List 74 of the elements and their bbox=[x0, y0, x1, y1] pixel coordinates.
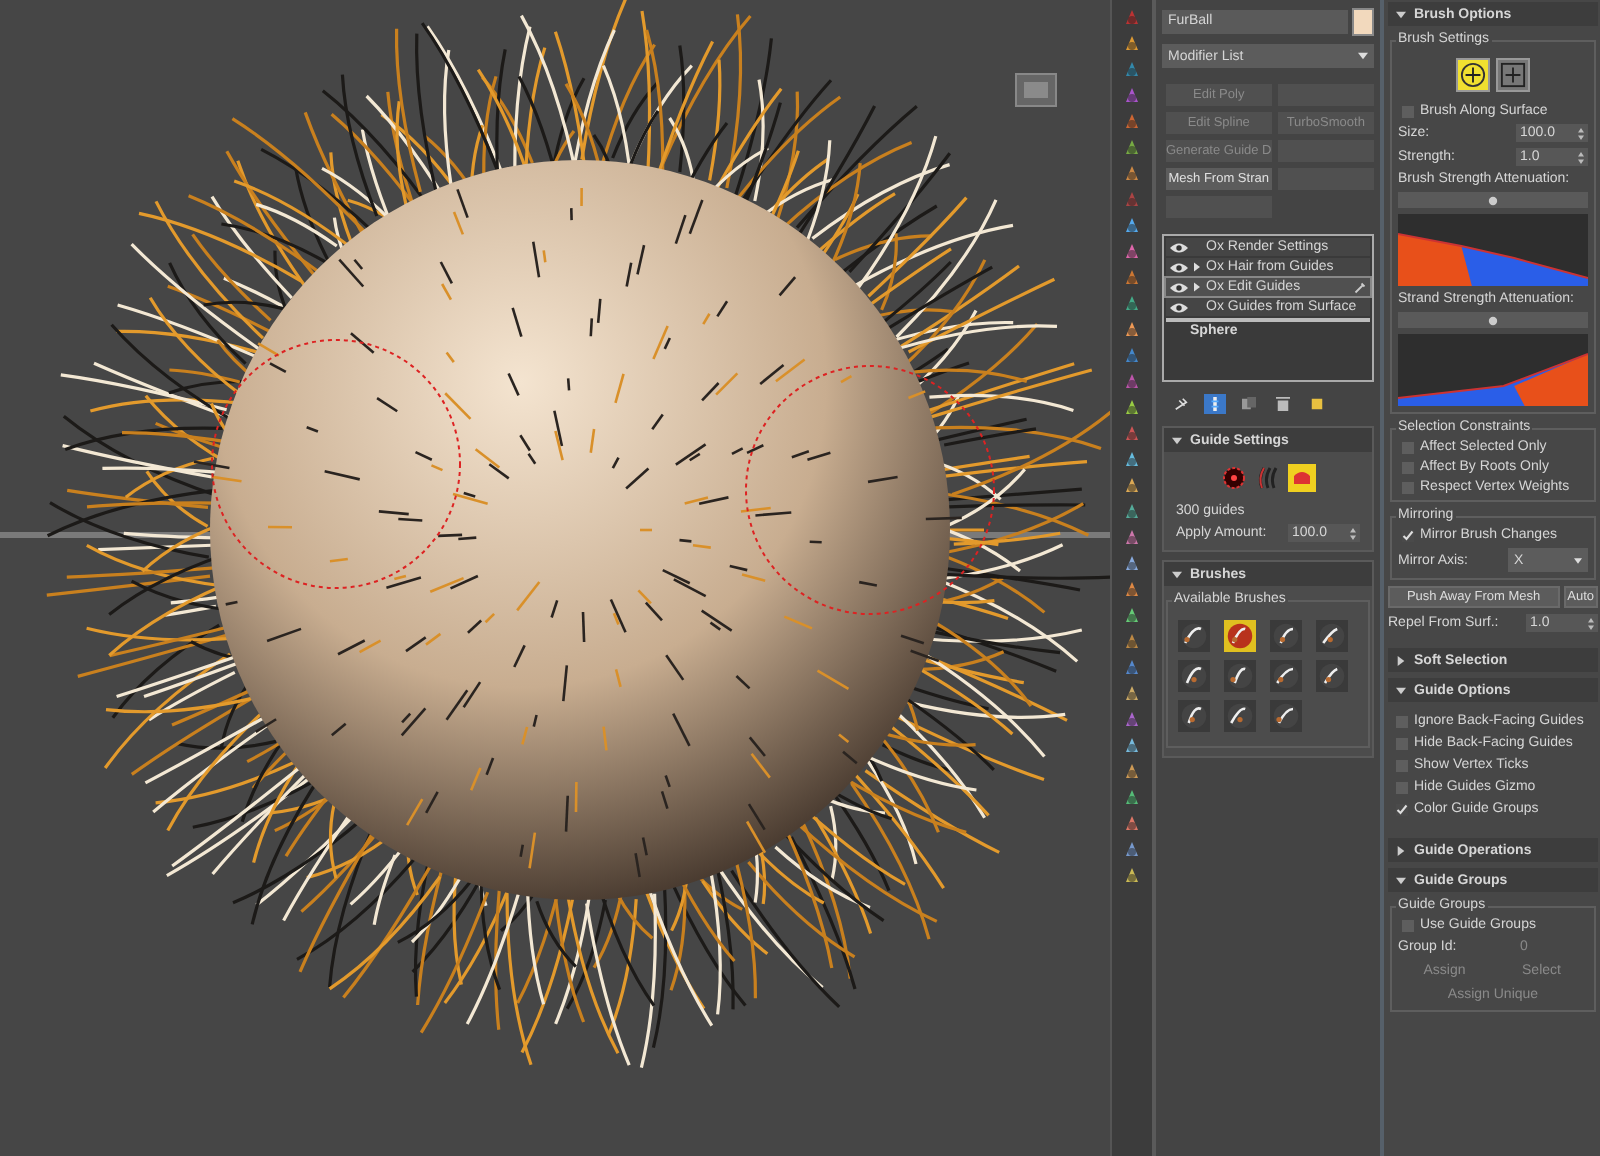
brush-icon[interactable] bbox=[1270, 700, 1302, 732]
brush-icon[interactable] bbox=[1224, 700, 1256, 732]
toolbar-icon[interactable] bbox=[1122, 580, 1142, 600]
toolbar-icon[interactable] bbox=[1122, 294, 1142, 314]
toolbar-icon[interactable] bbox=[1122, 814, 1142, 834]
square-brush-icon[interactable] bbox=[1496, 58, 1530, 92]
eye-icon[interactable] bbox=[1170, 281, 1188, 293]
toolbar-icon[interactable] bbox=[1122, 450, 1142, 470]
caret-icon bbox=[1358, 52, 1368, 60]
toolbar-icon[interactable] bbox=[1122, 528, 1142, 548]
strands-icon[interactable] bbox=[1254, 464, 1282, 492]
toolbar-icon[interactable] bbox=[1122, 502, 1142, 522]
toolbar-icon[interactable] bbox=[1122, 424, 1142, 444]
falloff-curve-drawing[interactable] bbox=[1398, 334, 1588, 406]
brush-icon[interactable] bbox=[1178, 660, 1210, 692]
checkbox[interactable] bbox=[1396, 803, 1408, 815]
brush-icon[interactable] bbox=[1316, 620, 1348, 652]
caret-icon bbox=[1396, 875, 1406, 885]
toolbar-icon[interactable] bbox=[1122, 86, 1142, 106]
brush-icon[interactable] bbox=[1316, 660, 1348, 692]
toolbar-icon[interactable] bbox=[1122, 398, 1142, 418]
eye-icon[interactable] bbox=[1170, 241, 1188, 253]
toolbar-icon[interactable] bbox=[1122, 268, 1142, 288]
caret-icon bbox=[1396, 9, 1406, 19]
pin-icon[interactable] bbox=[1170, 394, 1192, 414]
caret-icon bbox=[1396, 845, 1406, 855]
toolbar-icon[interactable] bbox=[1122, 242, 1142, 262]
toolbar-icon[interactable] bbox=[1122, 60, 1142, 80]
caret-icon bbox=[1574, 557, 1582, 563]
target-icon[interactable] bbox=[1220, 464, 1248, 492]
toolbar-icon[interactable] bbox=[1122, 320, 1142, 340]
stack-icon[interactable] bbox=[1204, 394, 1226, 414]
toolbar-icon[interactable] bbox=[1122, 476, 1142, 496]
toolbar-icon[interactable] bbox=[1122, 632, 1142, 652]
toolbar-icon[interactable] bbox=[1122, 736, 1142, 756]
circle-brush-icon[interactable] bbox=[1456, 58, 1490, 92]
toolbar-icon[interactable] bbox=[1122, 112, 1142, 132]
toolbar-icon[interactable] bbox=[1122, 840, 1142, 860]
falloff-curve-drawing[interactable] bbox=[1398, 214, 1588, 286]
trash-icon[interactable] bbox=[1272, 394, 1294, 414]
brush-icon[interactable] bbox=[1178, 700, 1210, 732]
toolbar-icon[interactable] bbox=[1122, 658, 1142, 678]
toolbar-icon[interactable] bbox=[1122, 710, 1142, 730]
brush-icon[interactable] bbox=[1224, 660, 1256, 692]
toolbar-icon[interactable] bbox=[1122, 216, 1142, 236]
toolbar-icon[interactable] bbox=[1122, 164, 1142, 184]
brush-icon[interactable] bbox=[1224, 620, 1256, 652]
toolbar-icon[interactable] bbox=[1122, 866, 1142, 886]
toolbar-icon[interactable] bbox=[1122, 554, 1142, 574]
eye-icon[interactable] bbox=[1170, 301, 1188, 313]
copy-icon[interactable] bbox=[1238, 394, 1260, 414]
wand-icon bbox=[1354, 281, 1366, 293]
brush-icon[interactable] bbox=[1178, 620, 1210, 652]
toolbar-icon[interactable] bbox=[1122, 138, 1142, 158]
toolbar-icon[interactable] bbox=[1122, 606, 1142, 626]
caret-icon bbox=[1396, 685, 1406, 695]
toolbar-icon[interactable] bbox=[1122, 34, 1142, 54]
brush-icon[interactable] bbox=[1270, 660, 1302, 692]
color-swatch[interactable] bbox=[1352, 8, 1374, 36]
caret-icon bbox=[1396, 655, 1406, 665]
brush-icon[interactable] bbox=[1270, 620, 1302, 652]
dot-icon bbox=[1488, 315, 1498, 325]
comb-icon[interactable] bbox=[1288, 464, 1316, 492]
toolbar-icon[interactable] bbox=[1122, 372, 1142, 392]
checkbox[interactable] bbox=[1402, 529, 1414, 541]
toolbar-icon[interactable] bbox=[1122, 788, 1142, 808]
settings-icon[interactable] bbox=[1306, 394, 1328, 414]
caret-icon bbox=[1172, 569, 1182, 579]
toolbar-icon[interactable] bbox=[1122, 762, 1142, 782]
toolbar-icon[interactable] bbox=[1122, 684, 1142, 704]
toolbar-icon[interactable] bbox=[1122, 346, 1142, 366]
dot-icon bbox=[1488, 195, 1498, 205]
eye-icon[interactable] bbox=[1170, 261, 1188, 273]
caret-icon bbox=[1172, 435, 1182, 445]
